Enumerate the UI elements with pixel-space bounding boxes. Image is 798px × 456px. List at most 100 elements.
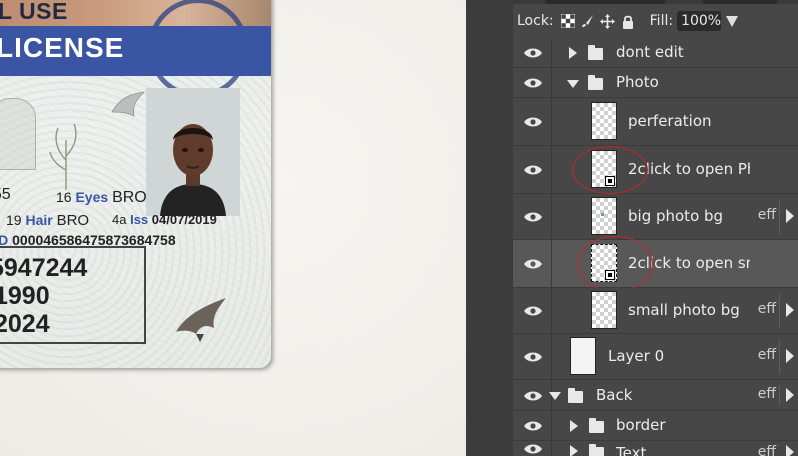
expand-effects-arrow-icon[interactable] (786, 209, 794, 223)
effects-badge[interactable]: eff (758, 207, 776, 223)
layer-row-border[interactable]: border (513, 411, 798, 441)
panel-gutter (466, 0, 513, 456)
row-divider (551, 411, 552, 441)
card-bird-illustration (111, 91, 146, 117)
card-eyes-value: BRO (112, 189, 147, 206)
lock-label: Lock: (517, 13, 554, 29)
eff-divider (779, 294, 780, 328)
card-hair-field: 19 Hair BRO (6, 212, 89, 229)
row-divider (551, 441, 552, 456)
eye-icon[interactable] (523, 47, 543, 59)
row-divider (551, 146, 552, 194)
fill-dropdown-arrow-icon[interactable] (726, 15, 739, 27)
eye-icon[interactable] (523, 211, 543, 223)
eff-divider (779, 200, 780, 234)
expand-chevron-icon[interactable] (570, 445, 578, 456)
eff-divider (779, 385, 780, 405)
eye-icon[interactable] (523, 116, 543, 128)
layer-name: border (616, 416, 666, 434)
row-divider (551, 98, 552, 146)
layer-row-small-photo-bg[interactable]: small photo bg eff (513, 288, 798, 334)
layer-name: Photo (616, 73, 659, 91)
lock-all-icon[interactable] (620, 13, 636, 29)
expand-chevron-icon[interactable] (570, 420, 578, 432)
card-issue-value: 04/07/2019 (151, 212, 217, 227)
expand-effects-arrow-icon[interactable] (786, 388, 794, 402)
card-eagle-illustration (176, 298, 226, 342)
document-canvas[interactable]: L USE LICENSE 5 16 Eyes BRO 19 Hair BRO … (0, 0, 466, 456)
card-id-number: 5947244 (0, 254, 88, 282)
layer-row-layer-0[interactable]: Layer 0 eff (513, 334, 798, 380)
card-license-band: LICENSE (0, 26, 271, 76)
red-annotation-circle (572, 146, 648, 194)
row-divider (551, 288, 552, 334)
layers-panel: Lock: Fill: 100% dont edit Photo perfera… (513, 0, 798, 456)
layer-row-photo[interactable]: Photo (513, 68, 798, 98)
layer-row-photo-smart-object[interactable]: 2click to open Pho (513, 146, 798, 194)
effects-badge[interactable]: eff (758, 301, 776, 317)
effects-badge[interactable]: eff (758, 347, 776, 363)
expand-effects-arrow-icon[interactable] (786, 349, 794, 363)
collapse-chevron-icon[interactable] (549, 392, 561, 400)
app-window: L USE LICENSE 5 16 Eyes BRO 19 Hair BRO … (0, 0, 798, 456)
card-eyes-field: 16 Eyes BRO (56, 189, 147, 207)
eye-icon[interactable] (523, 351, 543, 363)
layer-row-text[interactable]: Text eff (513, 441, 798, 456)
card-eyes-label: Eyes (75, 189, 109, 205)
folder-icon (589, 418, 604, 433)
card-building-illustration (0, 98, 36, 170)
red-annotation-circle (577, 236, 653, 292)
card-exp-year: 2024 (0, 310, 50, 338)
card-eyes-num: 16 (56, 189, 72, 205)
layer-name: perferation (628, 112, 712, 130)
card-height-field: 155 (0, 186, 11, 204)
expand-effects-arrow-icon[interactable] (786, 445, 794, 456)
folder-icon (568, 388, 583, 403)
folder-icon (589, 444, 604, 456)
layer-row-perferation[interactable]: perferation (513, 98, 798, 146)
card-portrait-photo (146, 88, 240, 216)
effects-badge[interactable]: eff (758, 386, 776, 402)
eff-divider (779, 340, 780, 374)
eye-icon[interactable] (523, 164, 543, 176)
layer-name: Layer 0 (608, 347, 665, 365)
layer-name: Text (616, 444, 647, 456)
folder-icon (588, 75, 603, 90)
card-license-text: LICENSE (0, 32, 125, 63)
layer-thumbnail (591, 197, 617, 235)
layer-name: Back (596, 386, 633, 404)
layer-name: big photo bg (628, 207, 724, 225)
row-divider (551, 194, 552, 240)
card-hair-label: Hair (25, 212, 53, 228)
layer-thumbnail (591, 291, 617, 329)
eye-icon[interactable] (523, 390, 543, 402)
collapse-chevron-icon[interactable] (567, 80, 579, 88)
eye-icon[interactable] (523, 305, 543, 317)
layer-row-back[interactable]: Back eff (513, 380, 798, 411)
expand-chevron-icon[interactable] (569, 47, 577, 59)
effects-badge[interactable]: eff (758, 444, 776, 456)
eye-icon[interactable] (523, 443, 543, 455)
layer-name: small photo bg (628, 301, 740, 319)
card-issue-field: 4a Iss 04/07/2019 (112, 212, 217, 227)
lock-row: Lock: Fill: 100% (513, 4, 798, 38)
row-divider (551, 68, 552, 98)
lock-move-icon[interactable] (600, 13, 616, 29)
layer-row-big-photo-bg[interactable]: big photo bg eff (513, 194, 798, 240)
thumbnail-dot (601, 213, 604, 216)
card-issue-num: 4a (112, 212, 127, 227)
eye-icon[interactable] (523, 420, 543, 432)
lock-brush-icon[interactable] (580, 13, 596, 29)
eye-icon[interactable] (523, 77, 543, 89)
fill-label: Fill: (649, 13, 674, 29)
fill-input[interactable]: 100% (677, 11, 721, 31)
lock-transparency-icon[interactable] (560, 13, 576, 29)
layer-thumbnail (570, 337, 596, 375)
eye-icon[interactable] (523, 258, 543, 270)
card-hair-value: BRO (56, 212, 90, 229)
layer-row-small-photo-smart-object[interactable]: 2click to open sma (513, 236, 798, 292)
folder-icon (588, 45, 603, 60)
layer-row-dont-edit[interactable]: dont edit (513, 38, 798, 68)
expand-effects-arrow-icon[interactable] (786, 303, 794, 317)
layer-thumbnail (591, 102, 617, 140)
